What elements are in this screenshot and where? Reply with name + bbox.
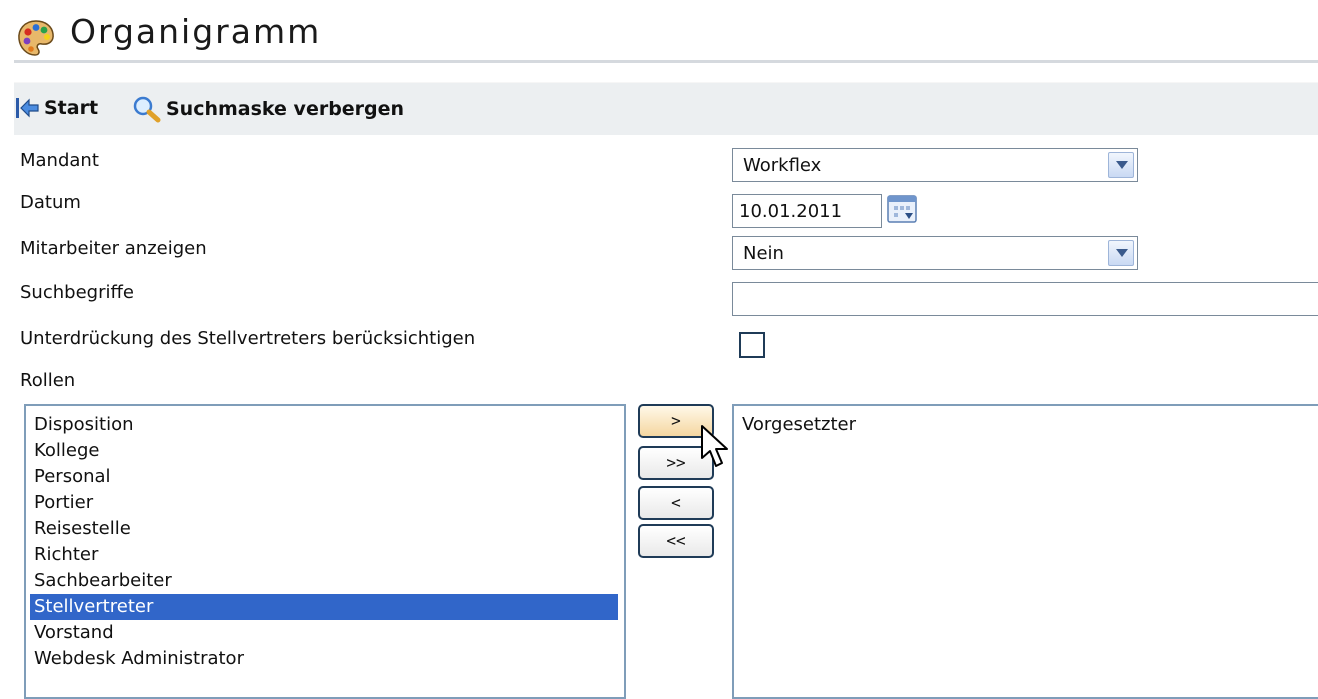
palette-icon bbox=[18, 20, 54, 56]
datum-input[interactable]: 10.01.2011 bbox=[732, 194, 882, 228]
role-option[interactable]: Portier bbox=[26, 490, 624, 516]
page-header: Organigramm bbox=[0, 0, 1318, 66]
start-label: Start bbox=[44, 97, 99, 119]
role-option[interactable]: Stellvertreter bbox=[30, 594, 618, 620]
title-divider bbox=[14, 60, 1318, 63]
mouse-pointer-icon bbox=[701, 425, 728, 467]
role-option[interactable]: Webdesk Administrator bbox=[26, 646, 624, 672]
roles-assigned-list[interactable]: Vorgesetzter bbox=[732, 404, 1318, 699]
hide-search-label: Suchmaske verbergen bbox=[166, 98, 405, 120]
suchbegriffe-label: Suchbegriffe bbox=[20, 282, 134, 303]
suchbegriffe-input[interactable] bbox=[732, 282, 1318, 316]
page-title: Organigramm bbox=[70, 12, 322, 51]
back-arrow-icon bbox=[16, 98, 39, 118]
chevron-down-icon[interactable] bbox=[1108, 240, 1134, 266]
assigned-role-option[interactable]: Vorgesetzter bbox=[734, 412, 1318, 438]
datum-value: 10.01.2011 bbox=[739, 201, 843, 222]
calendar-icon[interactable] bbox=[886, 192, 918, 224]
chevron-down-icon[interactable] bbox=[1108, 152, 1134, 178]
role-option[interactable]: Reisestelle bbox=[26, 516, 624, 542]
remove-role-button[interactable]: < bbox=[638, 486, 714, 520]
role-option[interactable]: Kollege bbox=[26, 438, 624, 464]
mitarbeiter-label: Mitarbeiter anzeigen bbox=[20, 238, 207, 259]
role-option[interactable]: Vorstand bbox=[26, 620, 624, 646]
unterdrueckung-label: Unterdrückung des Stellvertreters berück… bbox=[20, 328, 476, 349]
mandant-label: Mandant bbox=[20, 150, 99, 171]
start-button[interactable]: Start bbox=[14, 95, 98, 121]
mandant-value: Workflex bbox=[743, 155, 822, 176]
roles-available-options: Disposition Kollege Personal Portier Reisest… bbox=[26, 406, 624, 672]
role-option[interactable]: Richter bbox=[26, 542, 624, 568]
remove-all-roles-button[interactable]: << bbox=[638, 524, 714, 558]
magnifier-icon bbox=[133, 96, 161, 123]
role-option[interactable]: Sachbearbeiter bbox=[26, 568, 624, 594]
toolbar: Start Suchmaske verbergen bbox=[14, 82, 1318, 135]
mandant-select[interactable]: Workflex bbox=[732, 148, 1138, 182]
roles-assigned-options: Vorgesetzter bbox=[734, 406, 1318, 438]
mitarbeiter-value: Nein bbox=[743, 243, 784, 264]
mitarbeiter-select[interactable]: Nein bbox=[732, 236, 1138, 270]
role-option[interactable]: Personal bbox=[26, 464, 624, 490]
unterdrueckung-checkbox[interactable] bbox=[739, 332, 765, 358]
roles-available-list[interactable]: Disposition Kollege Personal Portier Reisest… bbox=[24, 404, 626, 699]
hide-search-button[interactable]: Suchmaske verbergen bbox=[132, 95, 404, 123]
rollen-label: Rollen bbox=[20, 370, 76, 391]
datum-label: Datum bbox=[20, 192, 81, 213]
role-option[interactable]: Disposition bbox=[26, 412, 624, 438]
